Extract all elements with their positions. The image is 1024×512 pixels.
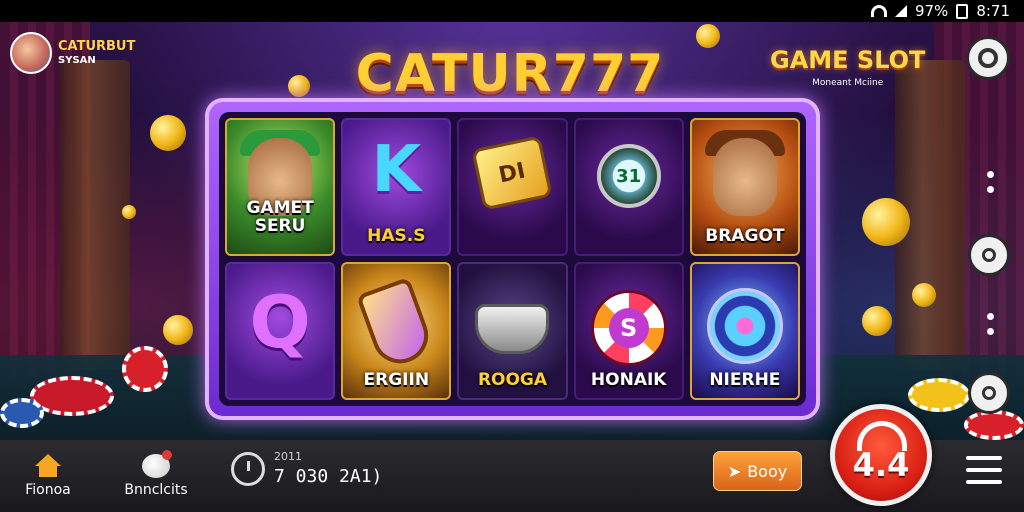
reel-tile-honaik: S HONAIK <box>573 262 684 400</box>
nav-promotions[interactable]: Bnnclcits <box>118 440 194 512</box>
spin-arc-icon <box>857 421 907 451</box>
home-icon <box>35 454 61 478</box>
wifi-icon <box>870 5 887 17</box>
coin-icon <box>163 315 193 345</box>
tile-label: BRAGOT <box>705 226 785 247</box>
hamburger-line <box>966 480 1002 484</box>
hamburger-line <box>966 468 1002 472</box>
poker-chip-stack-icon <box>0 398 44 428</box>
candy-ring-icon: S <box>590 290 667 366</box>
ring-icon <box>978 48 998 68</box>
coin-icon <box>696 24 720 48</box>
gift-icon <box>142 450 172 478</box>
tile-label: GAMET SERU <box>246 198 314 237</box>
balance-caption: 2011 <box>274 450 302 463</box>
speaker-icon <box>982 248 996 262</box>
indicator-dot <box>987 171 994 178</box>
balance-value: 7 030 2A1) <box>274 466 383 487</box>
coin-icon <box>288 75 310 97</box>
game-title: CATUR777 <box>355 44 665 104</box>
silver-pot-icon <box>475 304 550 354</box>
spin-button[interactable]: 4.4 <box>830 404 932 506</box>
glowing-orb-icon <box>706 288 783 364</box>
buy-button[interactable]: ➤ Booy <box>713 451 802 491</box>
shield-sword-icon <box>356 276 437 372</box>
indicator-dot <box>987 186 994 193</box>
reel-tile-gamet-seru: GAMET SERU <box>225 118 336 256</box>
reel-tile-bragot: BRAGOT <box>689 118 800 256</box>
reel-tile-erglin: ERGIIN <box>341 262 452 400</box>
magnifier-icon: 31 <box>596 144 661 208</box>
coin-icon <box>862 306 892 336</box>
magnifier-number: 31 <box>616 166 642 187</box>
status-bar: 97% 8:71 <box>0 0 1024 22</box>
poker-chip-stack-icon <box>964 410 1024 440</box>
signal-icon <box>894 5 907 17</box>
game-slot-title: GAME SLOT <box>770 46 926 74</box>
poker-chip-icon <box>122 346 168 392</box>
slot-reel-frame: GAMET SERU K HAS.S DI 31 BRAGOT Q ERGIIN <box>205 98 820 420</box>
info-button[interactable] <box>968 372 1010 414</box>
letter-k-symbol: K <box>371 133 422 207</box>
game-slot-subtitle: Moneant Mciine <box>812 78 884 88</box>
gold-gem-icon: DI <box>471 135 554 211</box>
tile-label: HAS.S <box>367 226 426 247</box>
character-face-icon <box>712 138 777 216</box>
ring-letter: S <box>608 308 649 348</box>
clock-time: 8:71 <box>976 2 1010 20</box>
tile-label: ROOGA <box>477 370 548 391</box>
menu-button[interactable] <box>966 456 1002 484</box>
spin-value: 4.4 <box>852 446 910 484</box>
slot-reels: GAMET SERU K HAS.S DI 31 BRAGOT Q ERGIIN <box>219 112 806 406</box>
hamburger-line <box>966 456 1002 460</box>
reel-tile-q: Q <box>225 262 336 400</box>
left-pillar <box>60 60 130 370</box>
brand-sub: SYSAN <box>58 54 96 66</box>
indicator-dot <box>987 328 994 335</box>
clock-icon <box>231 452 265 486</box>
tile-label: NIERHE <box>709 370 781 391</box>
gem-text: DI <box>497 158 529 189</box>
battery-percent: 97% <box>914 2 949 20</box>
sound-button[interactable] <box>968 234 1010 276</box>
nav-home[interactable]: Fionoa <box>18 440 78 512</box>
poker-chip-stack-icon <box>908 378 970 412</box>
nav-promotions-label: Bnnclcits <box>124 482 188 498</box>
tile-label: HONAIK <box>590 370 667 391</box>
coin-icon <box>862 198 910 246</box>
reel-tile-nierhe: NIERHE <box>689 262 800 400</box>
avatar[interactable] <box>10 32 52 74</box>
nav-home-label: Fionoa <box>25 482 71 498</box>
reel-tile-magnifier: 31 <box>573 118 684 256</box>
tag-icon: ➤ <box>727 461 742 481</box>
buy-button-label: Booy <box>747 461 788 481</box>
brand-name: CATURBUT <box>58 39 136 55</box>
reel-tile-rooga: ROOGA <box>457 262 568 400</box>
target-icon <box>982 386 996 400</box>
letter-q-symbol: Q <box>249 280 311 364</box>
coin-icon <box>122 205 136 219</box>
game-slot-logo: GAME SLOT Moneant Mciine <box>770 46 925 88</box>
reel-tile-gem: DI <box>457 118 568 256</box>
settings-button[interactable] <box>966 36 1010 80</box>
battery-icon <box>956 3 969 19</box>
tile-label: ERGIIN <box>363 370 430 391</box>
indicator-dot <box>987 313 994 320</box>
reel-tile-k: K HAS.S <box>341 118 452 256</box>
coin-icon <box>912 283 936 307</box>
coin-icon <box>150 115 186 151</box>
brand-logo[interactable]: CATURBUT SYSAN <box>10 32 135 74</box>
